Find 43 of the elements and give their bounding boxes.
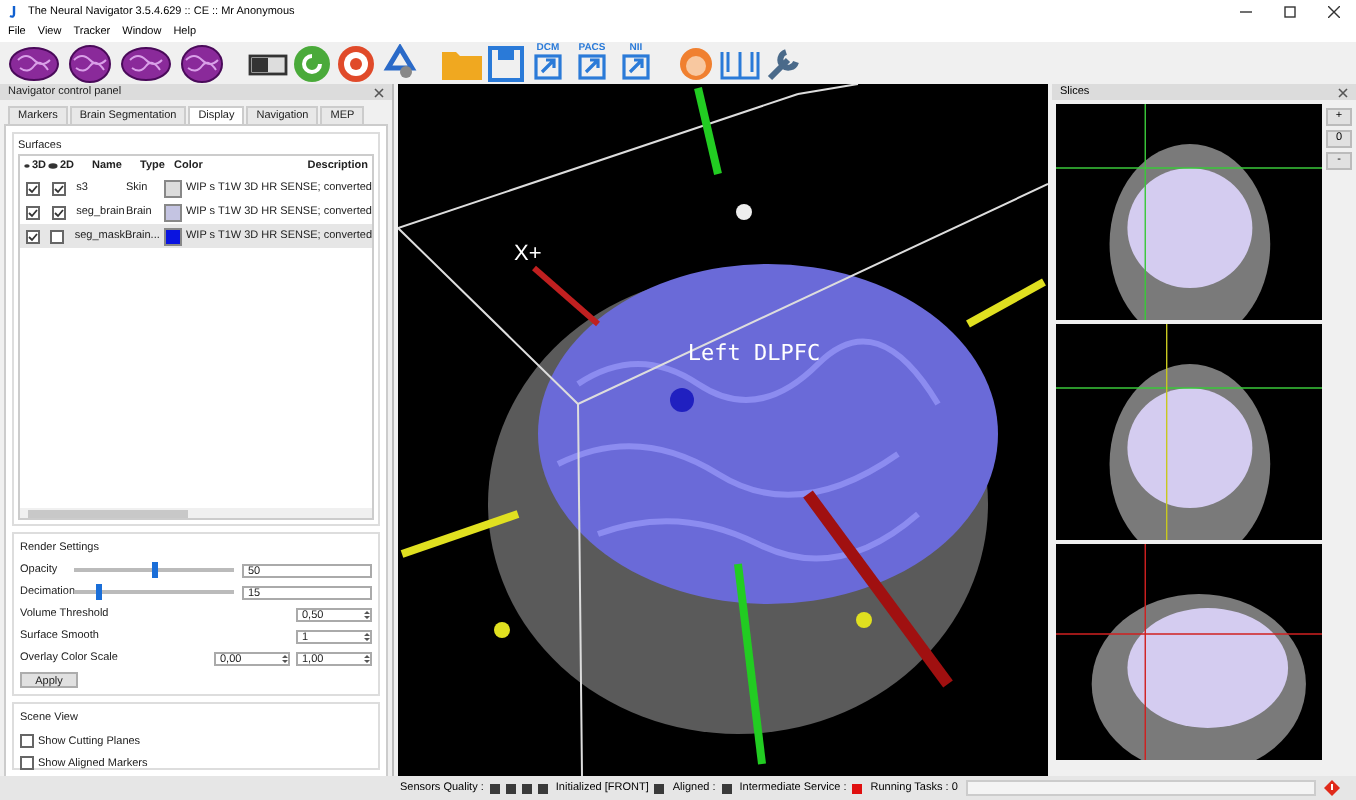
minimize-icon[interactable]: [1240, 6, 1252, 18]
import-arrow-icon: [534, 53, 562, 79]
maximize-icon[interactable]: [1284, 6, 1296, 18]
scrollbar[interactable]: [20, 508, 372, 518]
axis-label: X+: [514, 242, 542, 266]
color-swatch[interactable]: [163, 203, 182, 221]
spinner-arrows-icon[interactable]: [364, 631, 370, 642]
color-swatch[interactable]: [163, 227, 182, 245]
app-icon: [8, 6, 20, 18]
save-icon[interactable]: [488, 45, 524, 81]
checkbox[interactable]: [26, 205, 40, 219]
slider-thumb[interactable]: [95, 584, 101, 601]
wrench-icon[interactable]: [764, 43, 804, 83]
target-icon[interactable]: [336, 43, 376, 83]
eye-icon: [48, 162, 58, 170]
slider-track[interactable]: [74, 568, 234, 573]
brain-icon[interactable]: [176, 43, 228, 83]
eye-icon: [24, 162, 30, 170]
toggle-icon[interactable]: [248, 49, 288, 77]
slider-thumb[interactable]: [151, 562, 157, 579]
close-icon[interactable]: [1338, 87, 1348, 97]
brain-icon[interactable]: [64, 43, 116, 83]
checkbox[interactable]: [26, 229, 40, 243]
import-arrow-icon: [578, 53, 606, 79]
spinner-arrows-icon[interactable]: [364, 609, 370, 620]
checkbox[interactable]: [20, 756, 34, 771]
color-swatch[interactable]: [163, 179, 182, 197]
checkbox[interactable]: [51, 205, 66, 219]
checkbox[interactable]: [20, 734, 34, 749]
warning-icon[interactable]: [1324, 780, 1340, 796]
checkbox[interactable]: [51, 181, 66, 195]
brain-icon[interactable]: [8, 43, 60, 83]
import-arrow-icon: [622, 53, 650, 79]
target-label: Left DLPFC: [687, 340, 821, 366]
spinner-arrows-icon[interactable]: [282, 653, 288, 664]
close-icon[interactable]: [1328, 6, 1340, 18]
slider-track[interactable]: [74, 590, 234, 595]
viewport-3d[interactable]: X+ Left DLPFC: [398, 84, 1048, 776]
brain-icon[interactable]: [120, 43, 172, 83]
checkbox[interactable]: [26, 181, 40, 195]
spinner-arrows-icon[interactable]: [364, 653, 370, 664]
checkbox[interactable]: [50, 229, 65, 243]
close-icon[interactable]: [374, 87, 384, 97]
